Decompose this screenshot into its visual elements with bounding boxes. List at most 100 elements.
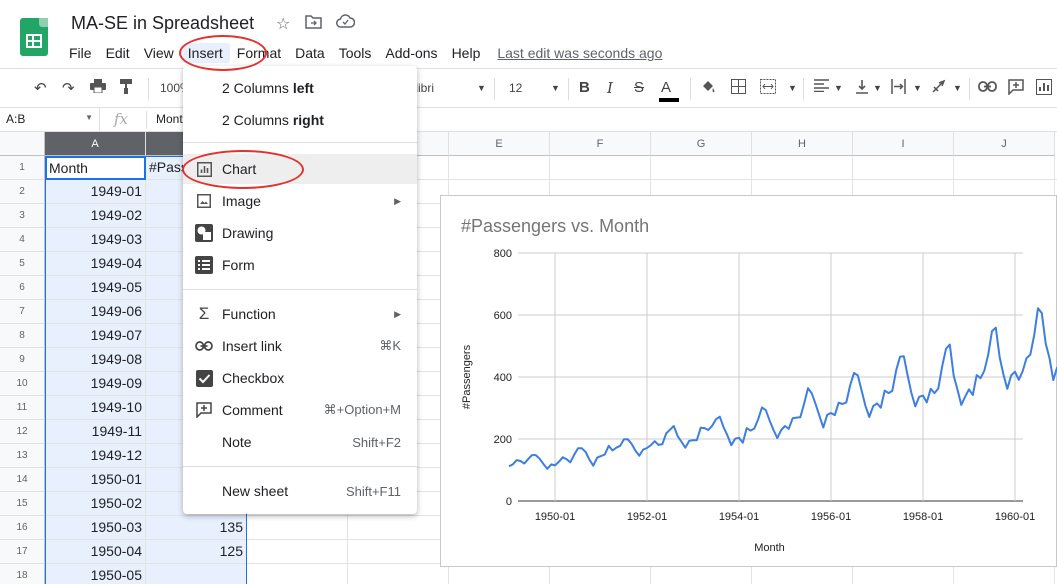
bold-button[interactable]: B	[579, 79, 590, 96]
document-title[interactable]: MA-SE in Spreadsheet	[71, 13, 254, 34]
insert-columns-right[interactable]: 2 Columns right	[183, 105, 417, 135]
column-header-g[interactable]: G	[651, 132, 752, 156]
font-size-caret-icon[interactable]: ▼	[551, 83, 560, 93]
menu-file[interactable]: File	[62, 43, 99, 63]
column-header-j[interactable]: J	[954, 132, 1055, 156]
menu-edit[interactable]: Edit	[99, 43, 137, 63]
menu-data[interactable]: Data	[288, 43, 332, 63]
move-to-folder-icon[interactable]	[305, 14, 322, 34]
menu-add-ons[interactable]: Add-ons	[378, 43, 444, 63]
table-cell-passengers[interactable]	[146, 564, 247, 584]
column-header-h[interactable]: H	[752, 132, 853, 156]
insert-drawing-item[interactable]: Drawing	[183, 218, 417, 248]
table-cell-month[interactable]: 1949-05	[45, 276, 146, 300]
star-icon[interactable]: ☆	[276, 14, 290, 34]
table-cell-month[interactable]: 1950-02	[45, 492, 146, 516]
name-box[interactable]: A:B ▼	[0, 108, 100, 131]
row-header[interactable]: 18	[0, 564, 45, 584]
valign-caret-icon[interactable]: ▼	[873, 83, 882, 93]
insert-new-sheet-item[interactable]: New sheet Shift+F11	[183, 476, 417, 506]
insert-chart-item[interactable]: Chart	[183, 154, 417, 184]
insert-form-item[interactable]: Form	[183, 250, 417, 280]
last-edit-link[interactable]: Last edit was seconds ago	[497, 45, 662, 61]
font-caret-icon[interactable]: ▼	[477, 83, 486, 93]
column-header-i[interactable]: I	[853, 132, 954, 156]
insert-chart-icon[interactable]	[1036, 79, 1052, 99]
table-cell-month[interactable]: 1950-01	[45, 468, 146, 492]
row-header[interactable]: 7	[0, 300, 45, 324]
table-cell-month[interactable]: 1949-03	[45, 228, 146, 252]
table-cell-month[interactable]: 1949-06	[45, 300, 146, 324]
italic-button[interactable]: I	[607, 79, 613, 97]
horizontal-align-icon[interactable]	[814, 79, 829, 96]
table-cell-month[interactable]: 1950-03	[45, 516, 146, 540]
row-header[interactable]: 1	[0, 156, 45, 180]
print-icon[interactable]	[90, 79, 106, 97]
row-header[interactable]: 8	[0, 324, 45, 348]
halign-caret-icon[interactable]: ▼	[834, 83, 843, 93]
table-cell-month[interactable]: 1949-11	[45, 420, 146, 444]
insert-link-item[interactable]: Insert link ⌘K	[183, 331, 417, 361]
menu-format[interactable]: Format	[230, 43, 288, 63]
row-header[interactable]: 3	[0, 204, 45, 228]
cell-a1[interactable]: Month	[45, 156, 146, 180]
insert-function-item[interactable]: Σ Function ▶	[183, 299, 417, 329]
row-header[interactable]: 4	[0, 228, 45, 252]
table-cell-month[interactable]: 1949-04	[45, 252, 146, 276]
menu-insert[interactable]: Insert	[180, 43, 230, 63]
insert-comment-item[interactable]: Comment ⌘+Option+M	[183, 395, 417, 425]
row-header[interactable]: 15	[0, 492, 45, 516]
row-header[interactable]: 13	[0, 444, 45, 468]
text-rotation-icon[interactable]	[931, 79, 949, 98]
table-cell-month[interactable]: 1949-09	[45, 372, 146, 396]
row-header[interactable]: 10	[0, 372, 45, 396]
strikethrough-button[interactable]: S	[634, 79, 644, 96]
insert-note-item[interactable]: Note Shift+F2	[183, 427, 417, 457]
text-wrap-icon[interactable]	[891, 79, 906, 98]
column-header-a[interactable]: A	[45, 132, 146, 156]
row-header[interactable]: 5	[0, 252, 45, 276]
table-cell-month[interactable]: 1949-12	[45, 444, 146, 468]
name-box-caret-icon[interactable]: ▼	[85, 113, 93, 122]
table-cell-month[interactable]: 1949-08	[45, 348, 146, 372]
table-cell-month[interactable]: 1949-02	[45, 204, 146, 228]
menu-tools[interactable]: Tools	[332, 43, 379, 63]
row-header[interactable]: 9	[0, 348, 45, 372]
line-chart[interactable]: #Passengers vs. Month 0 200 400 600 800 1950-0…	[440, 195, 1057, 567]
fill-color-icon[interactable]	[700, 79, 716, 99]
row-header[interactable]: 16	[0, 516, 45, 540]
table-cell-passengers[interactable]: 135	[146, 516, 247, 540]
table-cell-month[interactable]: 1949-10	[45, 396, 146, 420]
paint-format-icon[interactable]	[120, 79, 132, 98]
table-cell-month[interactable]: 1950-05	[45, 564, 146, 584]
insert-image-item[interactable]: Image ▶	[183, 186, 417, 216]
vertical-align-icon[interactable]	[855, 79, 869, 98]
merge-caret-icon[interactable]: ▼	[788, 83, 797, 93]
row-header[interactable]: 12	[0, 420, 45, 444]
menu-help[interactable]: Help	[445, 43, 488, 63]
table-cell-month[interactable]: 1949-01	[45, 180, 146, 204]
table-cell-month[interactable]: 1949-07	[45, 324, 146, 348]
insert-checkbox-item[interactable]: Checkbox	[183, 363, 417, 393]
insert-comment-icon[interactable]	[1008, 79, 1024, 99]
text-color-button[interactable]: A	[659, 79, 679, 102]
merge-cells-icon[interactable]	[760, 79, 776, 98]
row-header[interactable]: 11	[0, 396, 45, 420]
cloud-status-icon[interactable]	[336, 14, 356, 33]
sheets-logo-icon[interactable]	[20, 18, 48, 56]
wrap-caret-icon[interactable]: ▼	[913, 83, 922, 93]
table-cell-passengers[interactable]: 125	[146, 540, 247, 564]
redo-icon[interactable]: ↷	[62, 79, 75, 97]
menu-view[interactable]: View	[137, 43, 181, 63]
row-header[interactable]: 2	[0, 180, 45, 204]
insert-link-icon[interactable]	[978, 79, 997, 96]
row-header[interactable]: 14	[0, 468, 45, 492]
font-size-select[interactable]: 12	[509, 81, 522, 95]
row-header[interactable]: 17	[0, 540, 45, 564]
rotation-caret-icon[interactable]: ▼	[953, 83, 962, 93]
table-cell-month[interactable]: 1950-04	[45, 540, 146, 564]
borders-icon[interactable]	[731, 79, 746, 98]
row-header[interactable]: 6	[0, 276, 45, 300]
grid-corner[interactable]	[0, 132, 45, 156]
column-header-f[interactable]: F	[550, 132, 651, 156]
